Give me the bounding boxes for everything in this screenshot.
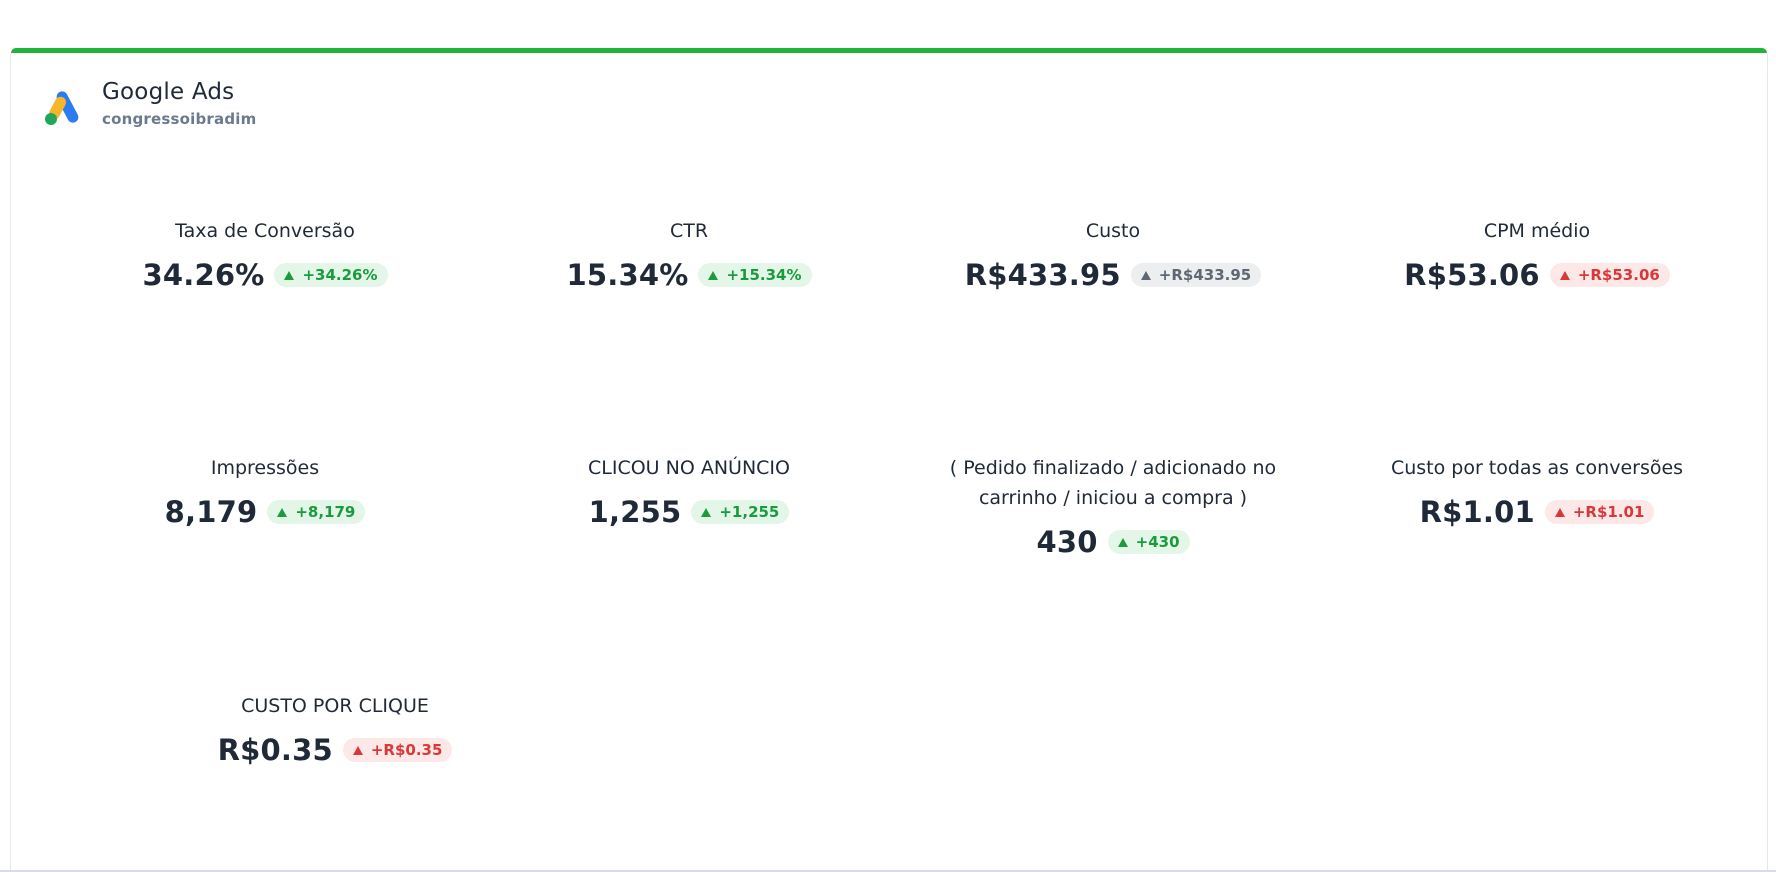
card-header: Google Ads congressoibradim <box>43 78 256 128</box>
metric-value: 1,255 <box>588 495 682 529</box>
metric-label: Custo <box>1085 220 1141 242</box>
card-accent-bar <box>11 48 1767 53</box>
metric-label: CTR <box>669 220 709 242</box>
up-triangle-icon <box>1117 537 1128 547</box>
change-value: +15.34% <box>726 266 802 284</box>
metric-value: R$433.95 <box>964 258 1121 292</box>
change-value: +8,179 <box>295 503 356 521</box>
metric-custo: Custo R$433.95 +R$433.95 <box>893 216 1333 292</box>
metric-value: 34.26% <box>142 258 265 292</box>
change-value: +R$1.01 <box>1572 503 1645 521</box>
change-value: +1,255 <box>719 503 780 521</box>
metric-ctr: CTR 15.34% +15.34% <box>469 216 909 292</box>
change-badge: +R$53.06 <box>1549 263 1670 287</box>
metric-label: ( Pedido finalizado / adicionado no carr… <box>949 457 1277 509</box>
up-triangle-icon <box>1554 507 1565 517</box>
card-title: Google Ads <box>102 79 235 105</box>
change-value: +R$53.06 <box>1577 266 1660 284</box>
metric-label: CPM médio <box>1483 220 1591 242</box>
metric-label: CLICOU NO ANÚNCIO <box>588 457 790 479</box>
change-badge: +R$1.01 <box>1544 500 1655 524</box>
up-triangle-icon <box>1140 270 1151 280</box>
metric-custo-por-conversoes: Custo por todas as conversões R$1.01 +R$… <box>1317 453 1757 529</box>
change-badge: +15.34% <box>698 263 812 287</box>
up-triangle-icon <box>284 270 295 280</box>
change-badge: +34.26% <box>274 263 388 287</box>
change-value: +430 <box>1135 533 1180 551</box>
metric-value: 15.34% <box>566 258 689 292</box>
change-badge: +430 <box>1107 530 1190 554</box>
metric-custo-por-clique: CUSTO POR CLIQUE R$0.35 +R$0.35 <box>115 691 555 767</box>
account-name: congressoibradim <box>102 110 257 128</box>
metric-label: Impressões <box>210 457 320 479</box>
metric-value: R$53.06 <box>1404 258 1540 292</box>
metric-value: R$1.01 <box>1419 495 1535 529</box>
up-triangle-icon <box>352 745 363 755</box>
change-badge: +1,255 <box>691 500 790 524</box>
metric-value: R$0.35 <box>217 733 333 767</box>
google-ads-card: Google Ads congressoibradim Taxa de Conv… <box>10 48 1768 872</box>
up-triangle-icon <box>1559 270 1570 280</box>
change-badge: +8,179 <box>267 500 366 524</box>
metric-impressoes: Impressões 8,179 +8,179 <box>45 453 485 529</box>
change-badge: +R$433.95 <box>1130 263 1262 287</box>
metric-cpm-medio: CPM médio R$53.06 +R$53.06 <box>1317 216 1757 292</box>
up-triangle-icon <box>708 270 719 280</box>
up-triangle-icon <box>277 507 288 517</box>
change-badge: +R$0.35 <box>342 738 453 762</box>
up-triangle-icon <box>701 507 712 517</box>
metric-label: CUSTO POR CLIQUE <box>241 695 429 717</box>
metric-label: Taxa de Conversão <box>175 220 355 242</box>
change-value: +R$0.35 <box>370 741 443 759</box>
metric-clicou-no-anuncio: CLICOU NO ANÚNCIO 1,255 +1,255 <box>469 453 909 529</box>
change-value: +R$433.95 <box>1158 266 1252 284</box>
metric-label: Custo por todas as conversões <box>1390 457 1684 479</box>
change-value: +34.26% <box>302 266 378 284</box>
metric-value: 8,179 <box>164 495 258 529</box>
google-ads-logo-icon <box>45 91 79 125</box>
metric-taxa-de-conversao: Taxa de Conversão 34.26% +34.26% <box>45 216 485 292</box>
metric-value: 430 <box>1036 525 1098 559</box>
metric-pedido-finalizado: ( Pedido finalizado / adicionado no carr… <box>893 453 1333 559</box>
